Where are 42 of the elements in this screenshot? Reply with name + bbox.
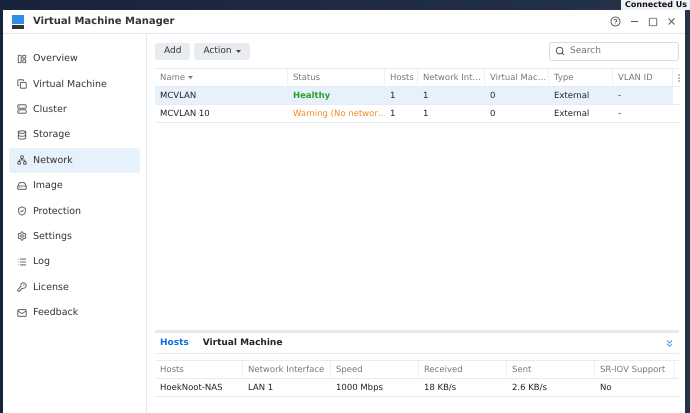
table-cell: 0 — [485, 87, 549, 105]
search-field[interactable]: Search — [549, 42, 679, 60]
notification-text: Connected Us — [621, 0, 690, 10]
table-cell: 1 — [385, 87, 418, 105]
list-icon — [17, 256, 27, 267]
action-button[interactable]: Action — [194, 42, 250, 60]
sidebar-item[interactable]: Virtual Machine — [9, 71, 140, 97]
search-icon — [555, 46, 565, 56]
server-icon — [17, 104, 27, 114]
tab[interactable]: Hosts — [160, 338, 189, 348]
table-cell: 1 — [418, 87, 485, 105]
windows-icon — [17, 79, 27, 90]
network-icon — [17, 155, 27, 166]
sidebar-item[interactable]: Cluster — [9, 96, 140, 122]
sidebar-item[interactable]: Storage — [9, 122, 140, 148]
sidebar-item[interactable]: Settings — [9, 224, 140, 250]
status-cell: Healthy — [288, 87, 385, 105]
sidebar-item[interactable]: Network — [9, 148, 140, 173]
shield-icon — [17, 206, 27, 216]
help-icon[interactable] — [610, 16, 621, 27]
sidebar-item[interactable]: License — [9, 274, 140, 300]
collapse-icon[interactable] — [664, 338, 675, 348]
app-logo-icon — [11, 14, 25, 28]
settings-icon — [17, 231, 27, 242]
table-cell: External — [549, 87, 613, 105]
maximize-icon[interactable] — [648, 16, 658, 26]
sidebar-item[interactable]: Protection — [9, 198, 140, 224]
sidebar-item[interactable]: Overview — [9, 46, 140, 72]
overview-icon — [17, 54, 27, 64]
tab[interactable]: Virtual Machine — [202, 338, 282, 348]
sidebar-item[interactable]: Feedback — [9, 300, 140, 326]
window-title: Virtual Machine Manager — [33, 16, 176, 27]
add-button[interactable]: Add — [155, 42, 190, 60]
close-icon[interactable] — [666, 16, 677, 27]
table-cell: - — [613, 87, 673, 105]
sidebar-item[interactable]: Log — [9, 249, 140, 275]
caret-icon — [236, 50, 241, 52]
mail-icon — [17, 308, 27, 318]
key-icon — [17, 282, 27, 292]
database-icon — [17, 130, 27, 140]
table-cell: MCVLAN — [155, 87, 288, 105]
sidebar-item[interactable]: Image — [9, 172, 140, 198]
